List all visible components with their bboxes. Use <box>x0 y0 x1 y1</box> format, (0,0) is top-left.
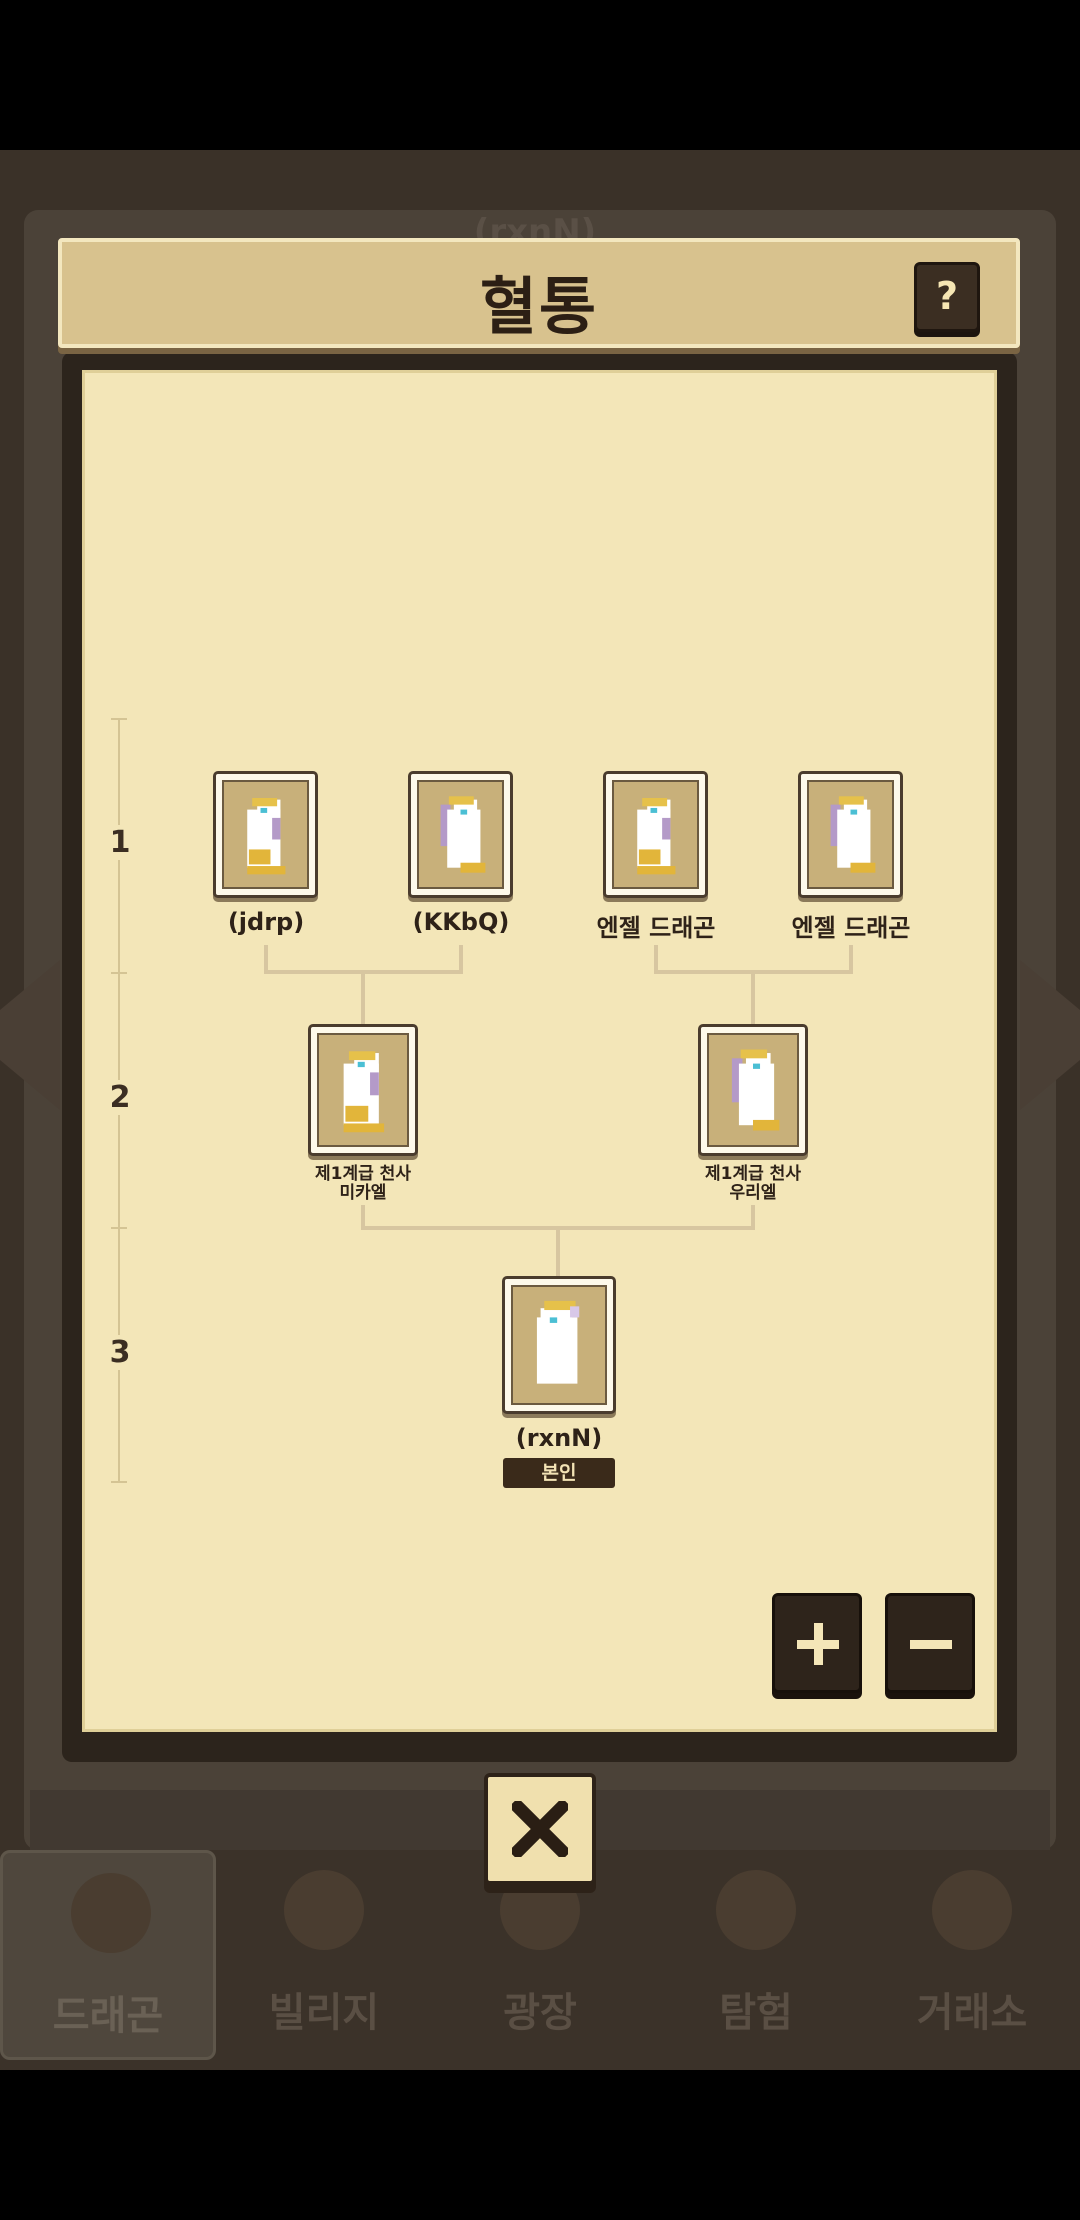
nav-tab-label: 광장 <box>503 1990 577 2036</box>
nav-tab-label: 탐험 <box>719 1990 793 2036</box>
minus-icon <box>910 1640 952 1649</box>
angel-dragon-icon <box>830 796 876 873</box>
dragon-name-line1: 제1계급 천사 <box>705 1164 801 1184</box>
self-badge: 본인 <box>503 1458 615 1488</box>
generation-label-2: 2 <box>100 1080 140 1115</box>
compass-icon <box>716 1870 796 1950</box>
connector <box>556 1226 560 1278</box>
zoom-in-button[interactable] <box>772 1593 862 1693</box>
plus-icon-vertical <box>814 1623 823 1665</box>
self-name: (rxnN) <box>515 1424 603 1452</box>
nav-tab-label: 빌리지 <box>268 1990 380 2036</box>
dragon-name: 엔젤 드래곤 <box>596 914 716 942</box>
card-frame <box>612 780 699 889</box>
card-frame <box>707 1033 799 1147</box>
dragon-icon <box>71 1873 151 1953</box>
nav-tab-label: 거래소 <box>916 1990 1028 2036</box>
help-button[interactable]: ? <box>914 262 980 332</box>
angel-dragon-icon <box>247 797 286 875</box>
dragon-card-jdrp[interactable] <box>213 771 318 898</box>
nav-tab-label: 드래곤 <box>52 1993 164 2039</box>
ruler-tick <box>111 1481 127 1483</box>
dragon-card-self[interactable] <box>502 1276 616 1414</box>
close-icon <box>512 1801 568 1857</box>
card-frame <box>417 780 504 889</box>
nav-tab-explore: 탐험 <box>648 1850 864 2060</box>
zoom-out-button[interactable] <box>885 1593 975 1693</box>
card-frame <box>317 1033 409 1147</box>
dragon-card-kkbq[interactable] <box>408 771 513 898</box>
ruler-tick <box>111 718 127 720</box>
dragon-name: (KKbQ) <box>412 908 510 936</box>
dragon-name-line2: 우리엘 <box>729 1183 777 1203</box>
connector <box>849 945 853 971</box>
angel-dragon-icon <box>637 797 676 875</box>
nav-tab-village: 빌리지 <box>216 1850 432 2060</box>
card-frame <box>511 1285 607 1405</box>
connector <box>751 970 755 1026</box>
dragon-card-michael[interactable] <box>308 1024 418 1156</box>
card-frame <box>807 780 894 889</box>
connector <box>361 970 365 1026</box>
dragon-name: 엔젤 드래곤 <box>791 914 911 942</box>
angel-dragon-icon <box>536 1300 580 1384</box>
dragon-card-uriel[interactable] <box>698 1024 808 1156</box>
dragon-card-angel-2[interactable] <box>798 771 903 898</box>
connector <box>459 945 463 971</box>
angel-dragon-icon <box>440 796 486 873</box>
card-frame <box>222 780 309 889</box>
dragon-name: (jdrp) <box>227 908 305 936</box>
village-icon <box>284 1870 364 1950</box>
connector <box>654 945 658 971</box>
generation-label-3: 3 <box>100 1335 140 1370</box>
connector <box>264 945 268 971</box>
parchment-panel <box>82 370 997 1732</box>
ruler-tick <box>111 972 127 974</box>
dragon-name-line1: 제1계급 천사 <box>315 1164 411 1184</box>
ruler-tick <box>111 1227 127 1229</box>
angel-dragon-icon <box>343 1051 385 1133</box>
bloodline-modal <box>62 352 1017 1762</box>
angel-dragon-icon <box>731 1049 780 1131</box>
exchange-icon <box>932 1870 1012 1950</box>
modal-header: 혈통 ? <box>58 238 1020 348</box>
page-title: 혈통 <box>479 270 599 343</box>
dragon-name-line2: 미카엘 <box>339 1183 387 1203</box>
nav-tab-exchange: 거래소 <box>864 1850 1080 2060</box>
close-button[interactable] <box>484 1773 596 1885</box>
dragon-card-angel-1[interactable] <box>603 771 708 898</box>
nav-tab-dragon: 드래곤 <box>0 1850 216 2060</box>
generation-label-1: 1 <box>100 825 140 860</box>
